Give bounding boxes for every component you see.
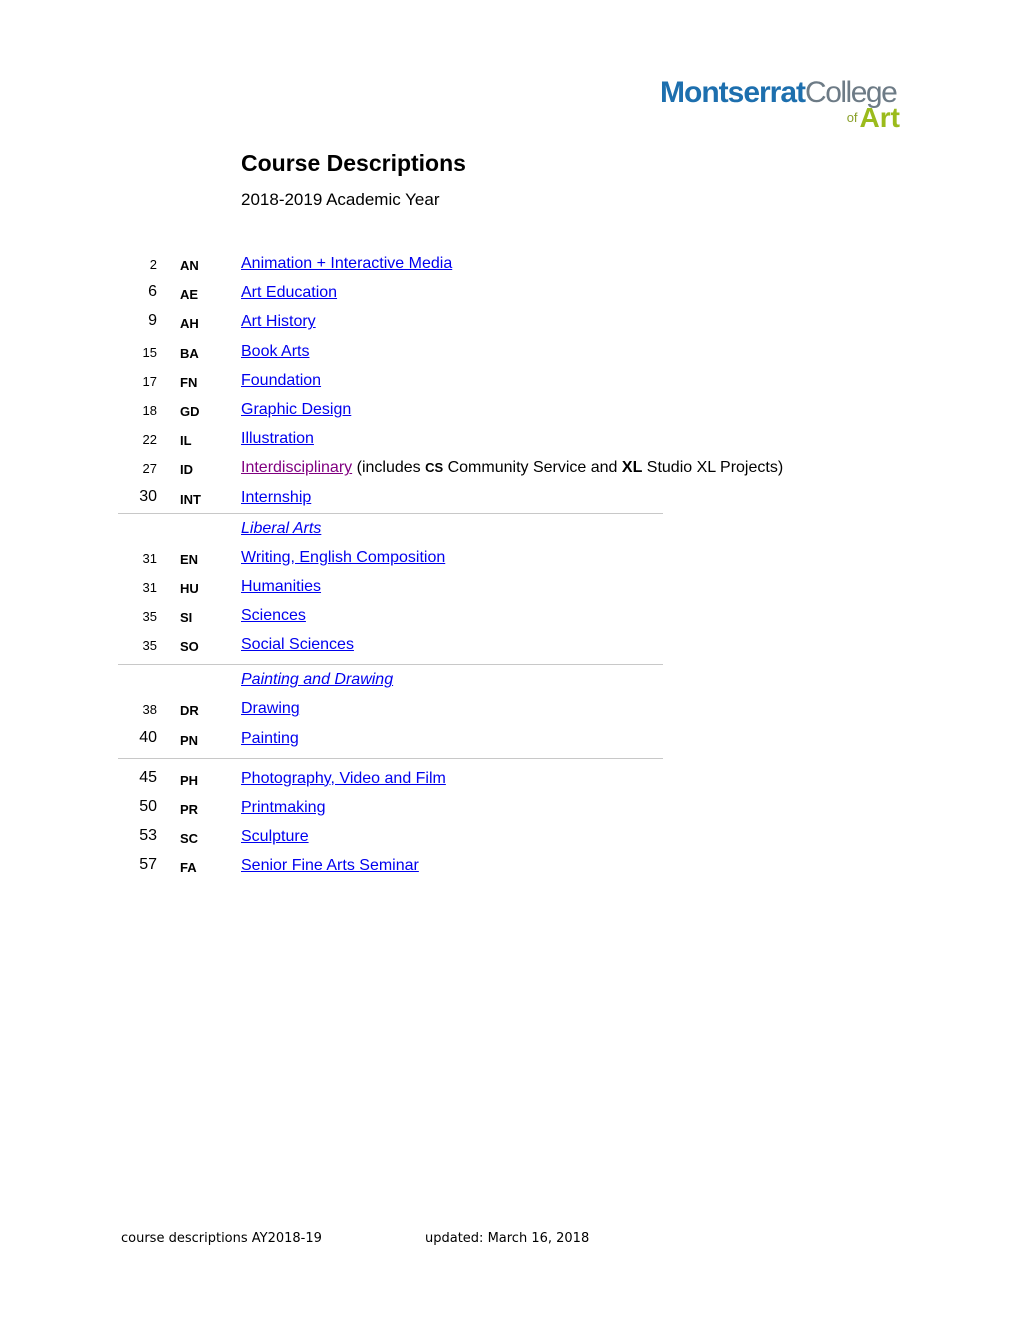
course-code: HU [180,580,199,596]
course-code: PN [180,732,199,748]
link-humanities[interactable]: Humanities [241,578,321,596]
course-code: PH [180,772,199,788]
note-code-xl: XL [621,459,643,477]
toc-row-si: 35 SI Sciences [118,602,663,631]
course-code: AN [180,258,199,273]
logo-art: Art [859,102,900,133]
course-code: SC [180,831,199,847]
link-art-education[interactable]: Art Education [241,284,337,302]
toc-row-dr: 38 DR Drawing [118,695,663,724]
link-social-sciences[interactable]: Social Sciences [241,636,354,654]
interdisciplinary-note: (includes CS Community Service and XL St… [352,459,784,477]
note-text: Community Service and [443,459,622,477]
toc-row-int: 30 INT Internship [118,484,663,513]
link-foundation[interactable]: Foundation [241,372,321,390]
course-code: AE [180,287,199,303]
link-book-arts[interactable]: Book Arts [241,343,309,361]
link-animation[interactable]: Animation + Interactive Media [241,255,452,273]
link-sciences[interactable]: Sciences [241,607,306,625]
page-number: 27 [142,461,157,477]
page-number: 31 [142,579,157,595]
page-number: 31 [142,550,157,566]
toc-row-pn: 40 PN Painting [118,725,663,754]
page-number: 38 [142,702,157,718]
page-number: 53 [139,827,157,845]
page-number: 22 [142,432,157,448]
link-graphic-design[interactable]: Graphic Design [241,401,351,419]
section-divider [118,757,663,765]
logo-of: of [846,110,858,125]
footer-document-name: course descriptions AY2018-19 [121,1231,322,1246]
interdisciplinary-entry: Interdisciplinary (includes CS Community… [241,459,783,477]
toc-row-pr: 50 PR Printmaking [118,794,663,823]
course-code: BA [180,345,199,361]
course-code: SI [180,610,193,626]
page-subtitle: 2018-2019 Academic Year [241,190,440,209]
page-number: 40 [139,728,157,746]
link-art-history[interactable]: Art History [241,313,316,331]
page-number: 6 [148,283,157,301]
page-number: 9 [148,312,157,330]
page-number: 35 [142,609,157,625]
course-code: SO [180,639,199,655]
page-number: 57 [139,856,157,874]
toc-row-ph: 45 PH Photography, Video and Film [118,765,663,794]
toc-row-en: 31 EN Writing, English Composition [118,544,663,573]
toc-row-ba: 15 BA Book Arts [118,338,663,367]
footer-updated-date: updated: March 16, 2018 [425,1231,590,1246]
course-code: GD [180,403,200,419]
note-text: Studio XL Projects) [642,459,784,477]
page-number: 18 [142,402,157,418]
page-number: 30 [139,487,157,505]
link-drawing[interactable]: Drawing [241,700,300,718]
link-liberal-arts[interactable]: Liberal Arts [241,520,321,538]
link-photography[interactable]: Photography, Video and Film [241,770,446,788]
page-number: 17 [142,373,157,389]
toc-row-ah: 9 AH Art History [118,308,663,337]
link-writing-english[interactable]: Writing, English Composition [241,549,445,567]
toc-row-so: 35 SO Social Sciences [118,631,663,660]
link-senior-fine-arts-seminar[interactable]: Senior Fine Arts Seminar [241,857,419,875]
toc-row-hu: 31 HU Humanities [118,573,663,602]
note-code-cs: CS [425,460,444,476]
link-internship[interactable]: Internship [241,489,311,507]
toc-row-fn: 17 FN Foundation [118,367,663,396]
section-liberal-arts: Liberal Arts [118,512,663,544]
toc-row-id: 27 ID Interdisciplinary (includes CS Commu… [118,454,784,483]
toc-row-sc: 53 SC Sculpture [118,823,663,852]
course-code: DR [180,703,199,719]
page-number: 45 [139,768,157,786]
course-code: IL [180,433,192,449]
section-painting-drawing: Painting and Drawing [118,664,663,695]
page-title: Course Descriptions [241,150,466,176]
link-painting[interactable]: Painting [241,730,299,748]
course-code: AH [180,316,199,332]
link-printmaking[interactable]: Printmaking [241,799,325,817]
course-code: INT [180,491,201,507]
toc-row-il: 22 IL Illustration [118,425,663,454]
course-code: EN [180,551,199,567]
toc-row-gd: 18 GD Graphic Design [118,396,663,425]
course-code: FA [180,860,197,876]
table-of-contents: 2 AN Animation + Interactive Media 6 AE Art … [118,250,784,882]
toc-row-an: 2 AN Animation + Interactive Media [118,250,663,279]
link-interdisciplinary[interactable]: Interdisciplinary [241,459,352,476]
page-number: 50 [139,798,157,815]
note-text: (includes [356,459,426,477]
course-code: PR [180,802,199,817]
logo-montserrat: Montserrat [660,76,806,109]
course-code: FN [180,374,198,390]
link-sculpture[interactable]: Sculpture [241,828,309,846]
link-illustration[interactable]: Illustration [241,430,314,448]
page-number: 15 [142,344,157,360]
course-code: ID [180,462,193,478]
montserrat-college-logo: MontserratCollege ofArt [660,78,902,134]
page-number: 35 [142,638,157,654]
toc-row-ae: 6 AE Art Education [118,279,663,308]
link-painting-and-drawing[interactable]: Painting and Drawing [241,671,393,689]
page-number: 2 [149,257,157,272]
toc-row-fa: 57 FA Senior Fine Arts Seminar [118,852,663,881]
